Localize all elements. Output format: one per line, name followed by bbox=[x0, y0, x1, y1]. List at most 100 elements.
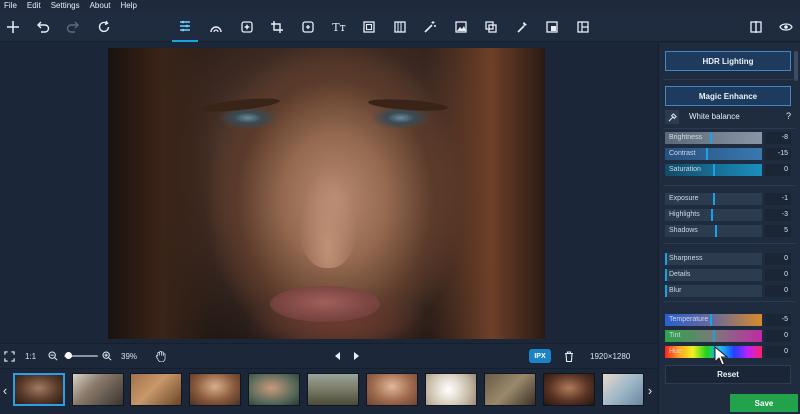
slider-highlights: Highlights -3 bbox=[665, 209, 791, 221]
background-tool-icon[interactable] bbox=[539, 12, 565, 42]
slider-track[interactable]: Sharpness bbox=[665, 253, 762, 265]
filmstrip-thumb[interactable] bbox=[189, 373, 241, 406]
reset-button[interactable]: Reset bbox=[665, 365, 791, 384]
slider-handle[interactable] bbox=[710, 314, 712, 326]
filmstrip-thumb[interactable] bbox=[366, 373, 418, 406]
eyedropper-icon[interactable] bbox=[665, 110, 679, 124]
filmstrip-thumb[interactable] bbox=[484, 373, 536, 406]
slider-track[interactable]: Temperature bbox=[665, 314, 762, 326]
retouch-tool-icon[interactable] bbox=[203, 12, 229, 42]
menu-bar: File Edit Settings About Help bbox=[0, 0, 800, 12]
slider-handle[interactable] bbox=[713, 330, 715, 342]
filmstrip-thumb[interactable] bbox=[602, 373, 644, 406]
slider-tint: Tint 0 bbox=[665, 330, 791, 342]
toolbar: Tт bbox=[0, 12, 800, 42]
filmstrip-thumb[interactable] bbox=[543, 373, 595, 406]
plus-icon[interactable] bbox=[0, 12, 26, 42]
slider-label: Brightness bbox=[669, 134, 703, 141]
filter-tool-icon[interactable] bbox=[387, 12, 413, 42]
filmstrip-next-icon[interactable]: › bbox=[645, 379, 655, 401]
filmstrip-thumb[interactable] bbox=[130, 373, 182, 406]
slider-track[interactable]: Saturation bbox=[665, 164, 762, 176]
slider-value-field[interactable]: 5 bbox=[765, 225, 791, 237]
slider-handle[interactable] bbox=[715, 225, 717, 237]
filmstrip-thumb[interactable] bbox=[307, 373, 359, 406]
slider-value-field[interactable]: -5 bbox=[765, 314, 791, 326]
slider-handle[interactable] bbox=[665, 285, 667, 297]
slider-handle[interactable] bbox=[710, 132, 712, 144]
filmstrip-prev-icon[interactable]: ‹ bbox=[0, 379, 10, 401]
filmstrip-thumb[interactable] bbox=[425, 373, 477, 406]
slider-track[interactable]: Contrast bbox=[665, 148, 762, 160]
brush-tool-icon[interactable] bbox=[509, 12, 535, 42]
slider-value-field[interactable]: 0 bbox=[765, 285, 791, 297]
transform-tool-icon[interactable] bbox=[295, 12, 321, 42]
slider-track[interactable]: Highlights bbox=[665, 209, 762, 221]
slider-handle[interactable] bbox=[713, 164, 715, 176]
reset-icon[interactable] bbox=[91, 12, 117, 42]
compare-icon[interactable] bbox=[743, 12, 769, 42]
redo-icon[interactable] bbox=[60, 12, 86, 42]
trash-icon[interactable] bbox=[564, 344, 574, 368]
slider-value-field[interactable]: -15 bbox=[765, 148, 791, 160]
slider-value-field[interactable]: 0 bbox=[765, 330, 791, 342]
collage-tool-icon[interactable] bbox=[570, 12, 596, 42]
slider-track[interactable]: Tint bbox=[665, 330, 762, 342]
ipx-badge[interactable]: IPX bbox=[529, 349, 551, 363]
magic-wand-icon[interactable] bbox=[417, 12, 443, 42]
image-canvas[interactable] bbox=[0, 43, 658, 343]
filmstrip-thumb[interactable] bbox=[248, 373, 300, 406]
slider-label: Hue bbox=[669, 348, 682, 355]
slider-value-field[interactable]: 0 bbox=[765, 346, 791, 358]
menu-settings[interactable]: Settings bbox=[47, 0, 86, 12]
hand-pan-icon[interactable] bbox=[155, 344, 166, 368]
slider-track[interactable]: Blur bbox=[665, 285, 762, 297]
menu-file[interactable]: File bbox=[0, 0, 23, 12]
slider-value-field[interactable]: -8 bbox=[765, 132, 791, 144]
layers-tool-icon[interactable] bbox=[478, 12, 504, 42]
preview-eye-icon[interactable] bbox=[773, 12, 799, 42]
slider-value-field[interactable]: -3 bbox=[765, 209, 791, 221]
next-image-icon[interactable] bbox=[352, 344, 360, 368]
magic-enhance-button[interactable]: Magic Enhance bbox=[665, 86, 791, 106]
enhance-tool-icon[interactable] bbox=[234, 12, 260, 42]
actual-size-button[interactable]: 1:1 bbox=[25, 344, 36, 368]
text-tool-icon[interactable]: Tт bbox=[326, 12, 352, 42]
slider-handle[interactable] bbox=[711, 209, 713, 221]
slider-track[interactable]: Brightness bbox=[665, 132, 762, 144]
slider-track[interactable]: Details bbox=[665, 269, 762, 281]
menu-help[interactable]: Help bbox=[117, 0, 143, 12]
slider-track[interactable]: Shadows bbox=[665, 225, 762, 237]
slider-track[interactable]: Exposure bbox=[665, 193, 762, 205]
slider-label: Details bbox=[669, 271, 691, 278]
crop-tool-icon[interactable] bbox=[264, 12, 290, 42]
slider-value-field[interactable]: 0 bbox=[765, 164, 791, 176]
previous-image-icon[interactable] bbox=[334, 344, 342, 368]
slider-handle[interactable] bbox=[665, 253, 667, 265]
menu-about[interactable]: About bbox=[86, 0, 117, 12]
slider-blur: Blur 0 bbox=[665, 285, 791, 297]
undo-icon[interactable] bbox=[30, 12, 56, 42]
filmstrip-thumb[interactable] bbox=[72, 373, 124, 406]
save-button[interactable]: Save bbox=[730, 394, 798, 412]
slider-handle[interactable] bbox=[713, 193, 715, 205]
zoom-slider-handle[interactable] bbox=[65, 352, 72, 359]
panel-scrollbar[interactable] bbox=[794, 51, 798, 81]
zoom-in-icon[interactable] bbox=[102, 344, 112, 368]
image-tool-icon[interactable] bbox=[448, 12, 474, 42]
menu-edit[interactable]: Edit bbox=[23, 0, 47, 12]
zoom-out-icon[interactable] bbox=[48, 344, 58, 368]
slider-value-field[interactable]: 0 bbox=[765, 253, 791, 265]
slider-handle[interactable] bbox=[706, 148, 708, 160]
slider-value-field[interactable]: -1 bbox=[765, 193, 791, 205]
fullscreen-icon[interactable] bbox=[4, 344, 15, 368]
frame-tool-icon[interactable] bbox=[356, 12, 382, 42]
filmstrip-thumb[interactable] bbox=[13, 373, 65, 406]
slider-value-field[interactable]: 0 bbox=[765, 269, 791, 281]
slider-handle[interactable] bbox=[665, 269, 667, 281]
help-icon[interactable]: ? bbox=[786, 111, 791, 121]
hdr-lighting-button[interactable]: HDR Lighting bbox=[665, 51, 791, 71]
adjust-tool-icon[interactable] bbox=[172, 12, 198, 42]
slider-label: Saturation bbox=[669, 166, 701, 173]
slider-sharpness: Sharpness 0 bbox=[665, 253, 791, 265]
